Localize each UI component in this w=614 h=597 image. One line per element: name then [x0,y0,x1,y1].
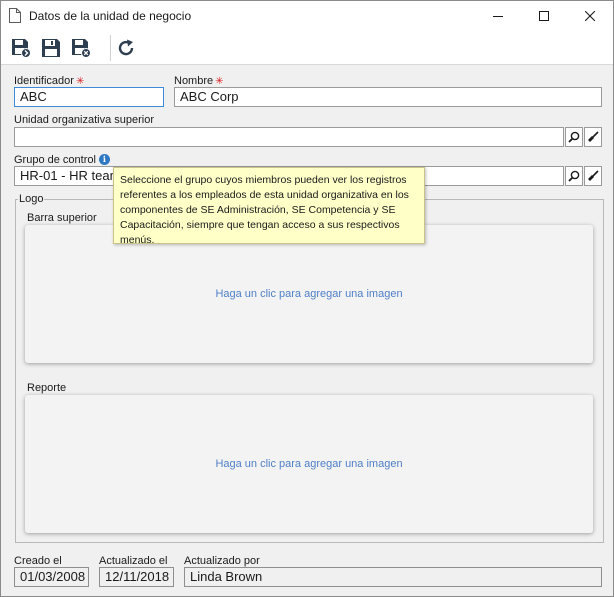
nombre-input[interactable]: ABC Corp [174,87,602,107]
creado-el-field: 01/03/2008 [14,567,89,587]
identificador-label: Identificador ✳ [14,75,85,87]
nombre-label: Nombre ✳ [174,75,224,87]
form-body: Identificador ✳ ABC Nombre ✳ ABC Corp Unid… [1,66,613,596]
broom-icon [588,170,599,181]
grupo-clear-button[interactable] [584,166,602,186]
maximize-icon [539,11,549,21]
window-title: Datos de la unidad de negocio [29,9,192,23]
save-and-new-button[interactable] [8,35,34,61]
search-icon [568,131,580,143]
unidad-clear-button[interactable] [584,127,602,147]
broom-icon [588,131,599,142]
minimize-icon [493,16,503,17]
actualizado-por-label: Actualizado por [184,555,260,567]
unidad-superior-label: Unidad organizativa superior [14,114,155,126]
close-button[interactable] [567,1,613,31]
barra-superior-label: Barra superior [27,212,97,224]
search-icon [568,170,580,182]
toolbar [1,31,613,65]
identificador-input[interactable]: ABC [14,87,164,107]
barra-superior-placeholder: Haga un clic para agregar una imagen [215,288,403,300]
save-and-close-icon [72,39,91,58]
dialog-window: Datos de la unidad de negocio Identifica… [0,0,614,597]
title-bar: Datos de la unidad de negocio [1,1,613,31]
refresh-button[interactable] [113,35,139,61]
required-icon: ✳ [75,76,85,87]
minimize-button[interactable] [475,1,521,31]
save-icon [42,39,60,57]
reporte-label: Reporte [27,382,67,394]
required-icon: ✳ [215,76,224,87]
grupo-control-tooltip: Seleccione el grupo cuyos miembros puede… [113,167,425,246]
save-button[interactable] [38,35,64,61]
info-icon[interactable]: i [98,154,110,165]
grupo-control-label: Grupo de control i [14,154,110,166]
maximize-button[interactable] [521,1,567,31]
document-icon [9,8,21,23]
actualizado-por-field: Linda Brown [184,567,602,587]
logo-legend: Logo [19,193,44,205]
unidad-superior-input[interactable] [14,127,564,147]
reporte-image-dropzone[interactable]: Haga un clic para agregar una imagen [25,395,593,533]
grupo-search-button[interactable] [565,166,583,186]
save-and-close-button[interactable] [68,35,94,61]
refresh-icon [118,39,134,56]
barra-superior-image-dropzone[interactable]: Haga un clic para agregar una imagen [25,225,593,363]
toolbar-separator [110,35,111,61]
actualizado-el-field: 12/11/2018 [99,567,174,587]
close-icon [585,11,595,21]
unidad-search-button[interactable] [565,127,583,147]
actualizado-el-label: Actualizado el [99,555,168,567]
reporte-placeholder: Haga un clic para agregar una imagen [215,458,403,470]
creado-el-label: Creado el [14,555,62,567]
save-and-new-icon [12,39,31,58]
